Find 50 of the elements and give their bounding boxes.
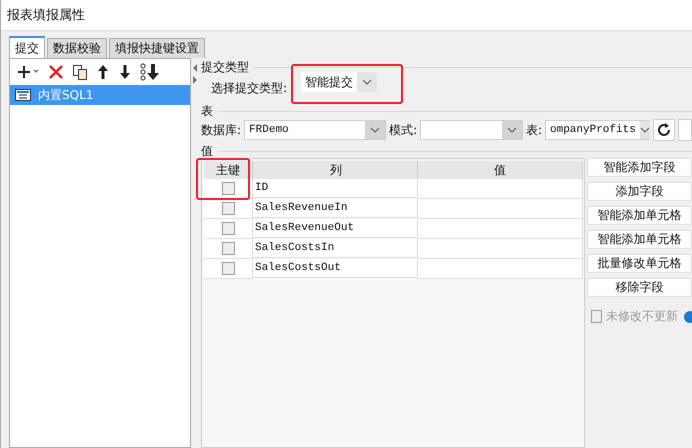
field-label: 数据库: [201, 122, 242, 138]
table-cell: SalesCostsOut [255, 262, 341, 274]
chevron-down-icon [370, 127, 380, 133]
field-label: 选择提交类型: [211, 80, 288, 96]
action-button[interactable]: 添加字段 [587, 182, 692, 201]
refresh-icon [656, 122, 672, 138]
checkbox[interactable] [222, 222, 234, 235]
table-cell: SalesCostsIn [255, 242, 334, 254]
section-label: 表 [201, 102, 213, 120]
action-button[interactable]: 批量修改单元格 [587, 254, 692, 273]
checkbox-label: 未修改不更新 [606, 308, 678, 325]
section-label: 值 [201, 142, 213, 160]
table-cell: SalesRevenueOut [255, 222, 354, 234]
field-label: 模式: [389, 122, 418, 138]
add-icon[interactable] [16, 64, 40, 80]
move-to-bottom-icon[interactable] [140, 63, 160, 81]
down-arrow-icon[interactable] [118, 64, 132, 80]
column-header[interactable]: 列 [253, 161, 418, 179]
up-arrow-icon[interactable] [96, 64, 110, 80]
action-button[interactable]: 智能添加单元格 [587, 230, 692, 249]
submit-type-dropdown[interactable]: 智能提交 [301, 72, 378, 92]
database-dropdown[interactable]: FRDemo [244, 120, 386, 140]
table-dropdown[interactable]: ompanyProfits [545, 120, 650, 140]
field-label: 表: [526, 122, 542, 138]
table-cell: ID [255, 182, 268, 194]
checkbox[interactable] [222, 202, 234, 215]
chevron-down-icon [506, 127, 517, 133]
table-icon [14, 88, 32, 102]
checkbox[interactable] [222, 182, 234, 195]
column-header[interactable]: 值 [418, 161, 583, 179]
tab[interactable]: 数据校验 [47, 38, 107, 58]
section-label: 提交类型 [201, 58, 249, 76]
action-button[interactable]: 智能添加单元格 [587, 206, 692, 225]
splitter-arrows-icon[interactable] [192, 62, 198, 86]
checkbox[interactable] [222, 242, 234, 255]
copy-icon[interactable] [72, 64, 88, 80]
window-title: 报表填报属性 [7, 7, 85, 24]
chevron-down-icon [640, 127, 650, 133]
tab[interactable]: 填报快捷键设置 [109, 38, 205, 58]
delete-icon[interactable] [48, 64, 64, 80]
highlight-frame [196, 158, 250, 200]
help-icon[interactable] [682, 310, 692, 324]
action-button[interactable]: 智能添加字段 [587, 158, 692, 177]
table-cell: SalesRevenueIn [255, 202, 348, 214]
checkbox[interactable] [222, 262, 234, 275]
column-header[interactable]: 主键 [204, 161, 253, 179]
tab[interactable]: 提交 [9, 36, 45, 58]
refresh-button[interactable] [653, 119, 675, 141]
chevron-down-icon [362, 79, 372, 85]
action-button[interactable]: 移除字段 [587, 278, 692, 297]
